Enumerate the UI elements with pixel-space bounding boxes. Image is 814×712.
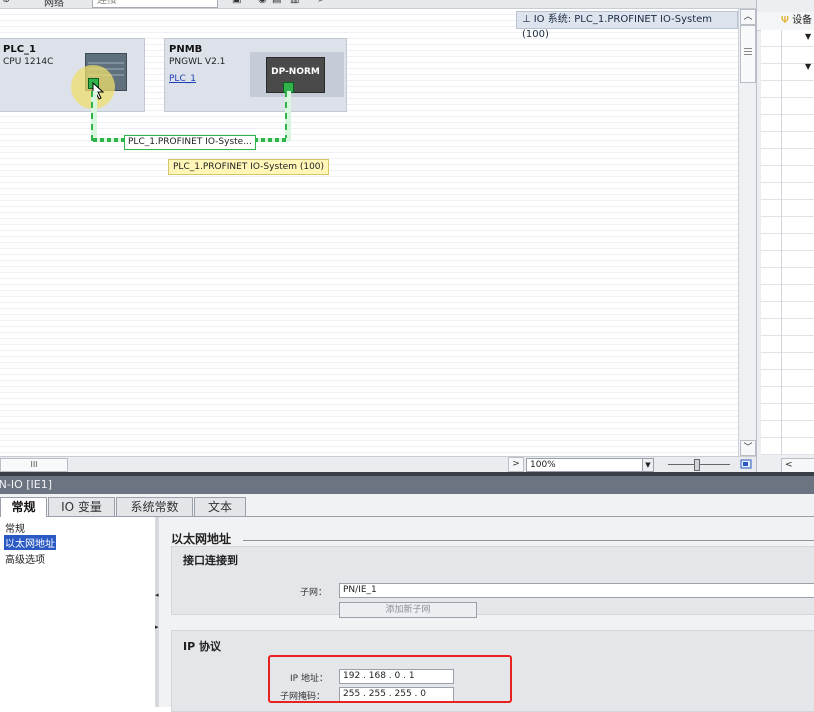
section-title-ethernet-address: 以太网地址 xyxy=(171,532,232,546)
subnet-value: PN/IE_1 xyxy=(343,585,377,595)
toolbar-icon[interactable]: ⊕ xyxy=(2,0,10,5)
tab-texts[interactable]: 文本 xyxy=(194,497,246,516)
scroll-right-icon[interactable]: > xyxy=(508,457,524,472)
toolbar-connection-select[interactable]: 连接 xyxy=(92,0,218,8)
tab-system-constants[interactable]: 系统常数 xyxy=(116,497,193,516)
network-cable[interactable] xyxy=(91,91,97,141)
zoom-icon[interactable]: ⌕ xyxy=(318,0,324,5)
canvas-vertical-scrollbar[interactable]: ︿ ﹀ xyxy=(738,9,756,456)
inspector-title: PN-IO [IE1] xyxy=(0,478,53,491)
collapse-arrow-icon[interactable]: ◂ xyxy=(155,591,159,599)
io-system-banner-text: IO 系统: PLC_1.PROFINET IO-System (100) xyxy=(522,14,713,40)
device-data-grid[interactable]: ▼ ▼ xyxy=(761,30,814,455)
inspector-title-bar: PN-IO [IE1] xyxy=(0,476,814,494)
io-system-banner: ⊥ IO 系统: PLC_1.PROFINET IO-System (100) xyxy=(516,11,738,40)
network-canvas[interactable]: ⊥ IO 系统: PLC_1.PROFINET IO-System (100) P… xyxy=(0,9,738,456)
zoom-value: 100% xyxy=(530,460,556,470)
device-pnmb-name: PNMB xyxy=(169,44,203,55)
horizontal-scroll-thumb[interactable]: III xyxy=(0,458,68,472)
network-name-label[interactable]: PLC_1.PROFINET IO-Syste... xyxy=(124,135,256,150)
chevron-down-icon[interactable]: ▼ xyxy=(805,62,811,71)
group-title-ip-protocol: IP 协议 xyxy=(183,640,221,653)
toolbar-connection-text: 连接 xyxy=(97,0,117,6)
chevron-down-icon[interactable]: ▼ xyxy=(642,459,653,471)
toolbar-button-icon[interactable]: ▤ xyxy=(272,0,281,5)
device-plc-type: CPU 1214C xyxy=(3,57,54,67)
subnet-label: 子网： xyxy=(300,588,328,598)
overview-icon[interactable] xyxy=(740,458,752,470)
annotation-highlight-box xyxy=(268,655,512,703)
inspector-tabs: 常规 IO 变量 系统常数 文本 xyxy=(0,497,814,517)
chevron-down-icon[interactable]: ▼ xyxy=(805,32,811,41)
device-panel-header-label: 设备 xyxy=(792,15,813,26)
section-divider xyxy=(243,540,814,541)
scroll-down-icon[interactable]: ﹀ xyxy=(740,440,756,456)
nav-item-advanced-options[interactable]: 高级选项 xyxy=(5,551,45,566)
subnet-select[interactable]: PN/IE_1 xyxy=(339,583,814,598)
network-tooltip: PLC_1.PROFINET IO-System (100) xyxy=(168,159,330,175)
toolbar-button-icon[interactable]: ▥ xyxy=(290,0,299,5)
group-title-interface: 接口连接到 xyxy=(183,554,238,567)
device-pnmb-io-controller-link[interactable]: PLC_1 xyxy=(169,74,196,84)
device-data-panel: Ψ 设备 ▼ ▼ < xyxy=(756,0,814,472)
scroll-left-icon[interactable]: < xyxy=(781,458,814,472)
expand-arrow-icon[interactable]: ▸ xyxy=(155,623,159,631)
device-plc-1[interactable]: PLC_1 CPU 1214C xyxy=(0,38,145,112)
pin-icon[interactable]: ⊥ xyxy=(522,14,531,25)
add-new-subnet-button[interactable]: 添加新子网 xyxy=(339,602,477,618)
device-panel-header: Ψ 设备 xyxy=(757,12,814,31)
zoom-slider-handle[interactable] xyxy=(694,459,700,471)
toolbar-button-icon[interactable]: ◉ xyxy=(258,0,267,5)
device-plc-name: PLC_1 xyxy=(3,44,36,55)
tab-io-tags[interactable]: IO 变量 xyxy=(48,497,115,516)
zoom-select[interactable]: 100% ▼ xyxy=(526,458,654,472)
top-toolbar: ⊕ 网络 连接 ▣ ◉ ▤ ▥ ⌕ xyxy=(0,0,756,9)
group-interface-networked: 接口连接到 子网： PN/IE_1 添加新子网 xyxy=(171,546,814,618)
toolbar-button-icon[interactable]: ▣ xyxy=(232,0,241,5)
nav-item-ethernet-address[interactable]: 以太网地址 xyxy=(4,535,56,550)
device-pnmb-type: PNGWL V2.1 xyxy=(169,57,226,67)
inspector-nav-tree: 常规 以太网地址 高级选项 xyxy=(0,517,156,707)
pnmb-module-image[interactable]: DP-NORM xyxy=(266,57,325,93)
nav-item-general[interactable]: 常规 xyxy=(5,520,25,535)
scroll-up-icon[interactable]: ︿ xyxy=(740,9,756,25)
toolbar-view-label[interactable]: 网络 xyxy=(44,0,64,8)
tab-general[interactable]: 常规 xyxy=(0,497,47,517)
canvas-bottom-bar: III > 100% ▼ xyxy=(0,456,756,473)
scroll-thumb[interactable] xyxy=(740,25,756,83)
network-cable[interactable] xyxy=(285,91,291,141)
device-tree-icon: Ψ xyxy=(781,15,789,26)
